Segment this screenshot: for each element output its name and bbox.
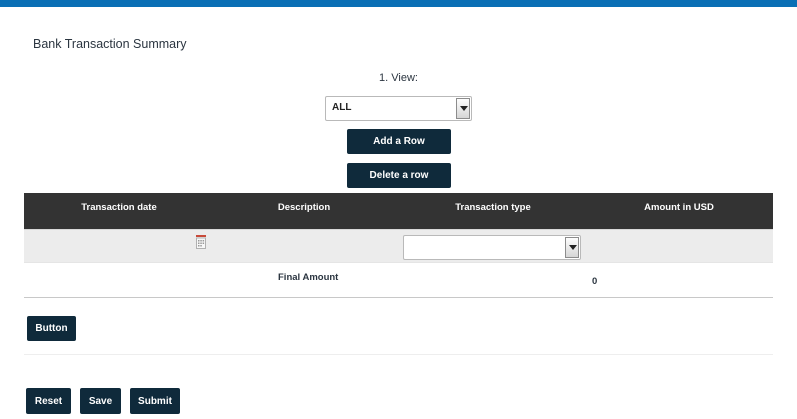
save-button[interactable]: Save: [80, 388, 121, 414]
delete-row-button[interactable]: Delete a row: [347, 163, 451, 188]
column-header-description: Description: [277, 202, 331, 213]
reset-button[interactable]: Reset: [26, 388, 71, 414]
final-amount-label: Final Amount: [278, 272, 339, 283]
final-amount-value: 0: [592, 276, 598, 287]
generic-button[interactable]: Button: [27, 316, 76, 341]
calendar-icon[interactable]: [196, 235, 206, 249]
submit-button[interactable]: Submit: [130, 388, 180, 414]
transactions-table: Transaction date Description Transaction…: [24, 193, 773, 263]
transaction-type-select[interactable]: [403, 235, 581, 260]
view-select-value: ALL: [332, 102, 352, 113]
column-header-transaction-date: Transaction date: [81, 202, 157, 213]
chevron-down-icon[interactable]: [456, 98, 470, 119]
section-divider: [24, 297, 773, 298]
page-title: Bank Transaction Summary: [33, 37, 187, 51]
table-row: [24, 229, 773, 263]
view-label: 1. View:: [379, 72, 418, 84]
table-header: Transaction date Description Transaction…: [24, 193, 773, 229]
section-divider: [24, 354, 773, 355]
chevron-down-icon[interactable]: [565, 237, 579, 258]
view-select[interactable]: ALL: [325, 96, 472, 121]
column-header-amount-usd: Amount in USD: [644, 202, 714, 213]
add-row-button[interactable]: Add a Row: [347, 129, 451, 154]
top-accent-bar: [0, 0, 797, 7]
column-header-transaction-type: Transaction type: [455, 202, 531, 213]
